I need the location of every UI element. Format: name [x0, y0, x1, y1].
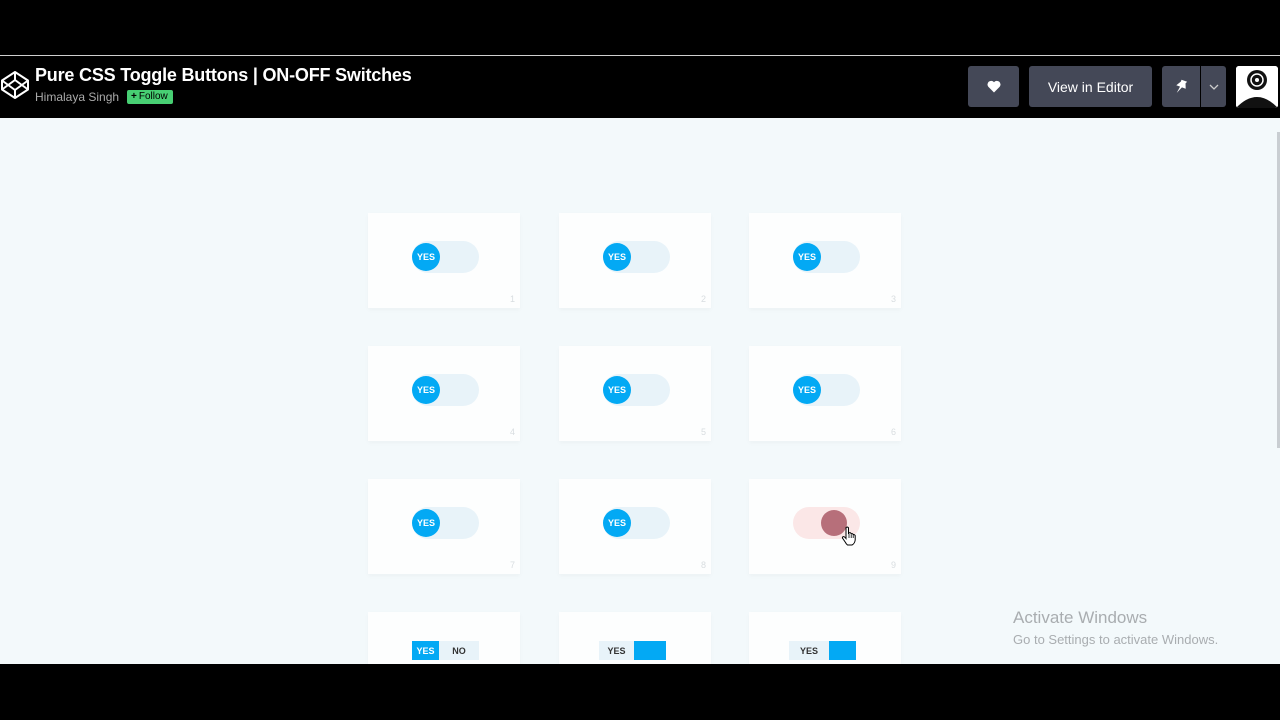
pin-menu-button[interactable] — [1201, 66, 1226, 107]
toggle-card: YES 3 — [749, 213, 901, 308]
author-name[interactable]: Himalaya Singh — [35, 90, 119, 104]
pen-title: Pure CSS Toggle Buttons | ON-OFF Switche… — [35, 65, 412, 85]
yes-segment: YES — [412, 641, 439, 660]
no-segment: NO — [439, 641, 479, 660]
card-number: 6 — [890, 427, 896, 437]
chevron-down-icon — [1209, 84, 1218, 90]
square-toggle[interactable]: YES NO — [412, 641, 479, 660]
follow-button[interactable]: + Follow — [127, 90, 173, 104]
toggle-knob: YES — [603, 509, 631, 537]
card-number: 7 — [509, 560, 515, 570]
blue-knob — [634, 641, 666, 660]
follow-label: Follow — [138, 91, 168, 102]
love-button[interactable] — [968, 66, 1019, 107]
toggle-card: YES 6 — [749, 346, 901, 441]
toggle-switch[interactable]: YES — [603, 374, 670, 406]
watermark-title: Activate Windows — [1013, 608, 1148, 627]
toggle-switch[interactable]: YES — [412, 507, 479, 539]
toggle-card: YES — [559, 612, 711, 664]
toggle-card: YES 8 — [559, 479, 711, 574]
codepen-header: Pure CSS Toggle Buttons | ON-OFF Switche… — [0, 56, 1280, 118]
avatar-image — [1236, 66, 1278, 108]
yes-segment: YES — [599, 641, 634, 660]
letterbox-bar — [0, 664, 1280, 720]
card-number: 3 — [890, 294, 896, 304]
card-number: 5 — [700, 427, 706, 437]
card-number: 8 — [700, 560, 706, 570]
codepen-logo-icon[interactable] — [0, 70, 30, 100]
toggle-card: YES 5 — [559, 346, 711, 441]
square-toggle[interactable]: YES — [789, 641, 856, 660]
watermark-subtitle: Go to Settings to activate Windows. — [1013, 632, 1219, 647]
plus-icon: + — [131, 91, 137, 102]
toggle-card: YES 1 — [368, 213, 520, 308]
toggle-card: YES 7 — [368, 479, 520, 574]
card-number: 1 — [509, 294, 515, 304]
card-number: 2 — [700, 294, 706, 304]
blue-knob — [829, 641, 856, 660]
video-frame: Pure CSS Toggle Buttons | ON-OFF Switche… — [0, 0, 1280, 720]
toggle-knob: YES — [412, 243, 440, 271]
toggle-card: YES — [749, 612, 901, 664]
hand-cursor-icon — [841, 526, 856, 546]
toggle-knob: YES — [603, 376, 631, 404]
toggle-switch[interactable]: YES — [412, 241, 479, 273]
pen-preview: YES 1 YES 2 YES 3 YES 4 YES 5 YES 6 YES … — [0, 118, 1280, 664]
toggle-switch[interactable]: YES — [793, 374, 860, 406]
toggle-switch[interactable]: YES — [793, 241, 860, 273]
card-number: 9 — [890, 560, 896, 570]
toggle-card: 9 — [749, 479, 901, 574]
toggle-switch[interactable]: YES — [412, 374, 479, 406]
toggle-card: YES 4 — [368, 346, 520, 441]
toggle-knob: YES — [412, 509, 440, 537]
toggle-card: YES NO — [368, 612, 520, 664]
activate-windows-watermark: Activate Windows Go to Settings to activ… — [1013, 608, 1218, 647]
square-toggle[interactable]: YES — [599, 641, 666, 660]
heart-icon — [986, 80, 1001, 93]
toggle-knob: YES — [793, 376, 821, 404]
toggle-knob: YES — [412, 376, 440, 404]
toggle-knob: YES — [793, 243, 821, 271]
toggle-card: YES 2 — [559, 213, 711, 308]
card-number: 4 — [509, 427, 515, 437]
yes-segment: YES — [789, 641, 829, 660]
toggle-switch[interactable]: YES — [603, 507, 670, 539]
user-avatar[interactable] — [1236, 66, 1278, 108]
view-in-editor-button[interactable]: View in Editor — [1029, 66, 1152, 107]
toggle-switch[interactable]: YES — [603, 241, 670, 273]
pin-icon — [1176, 79, 1188, 93]
pin-button[interactable] — [1162, 66, 1200, 107]
toggle-knob: YES — [603, 243, 631, 271]
